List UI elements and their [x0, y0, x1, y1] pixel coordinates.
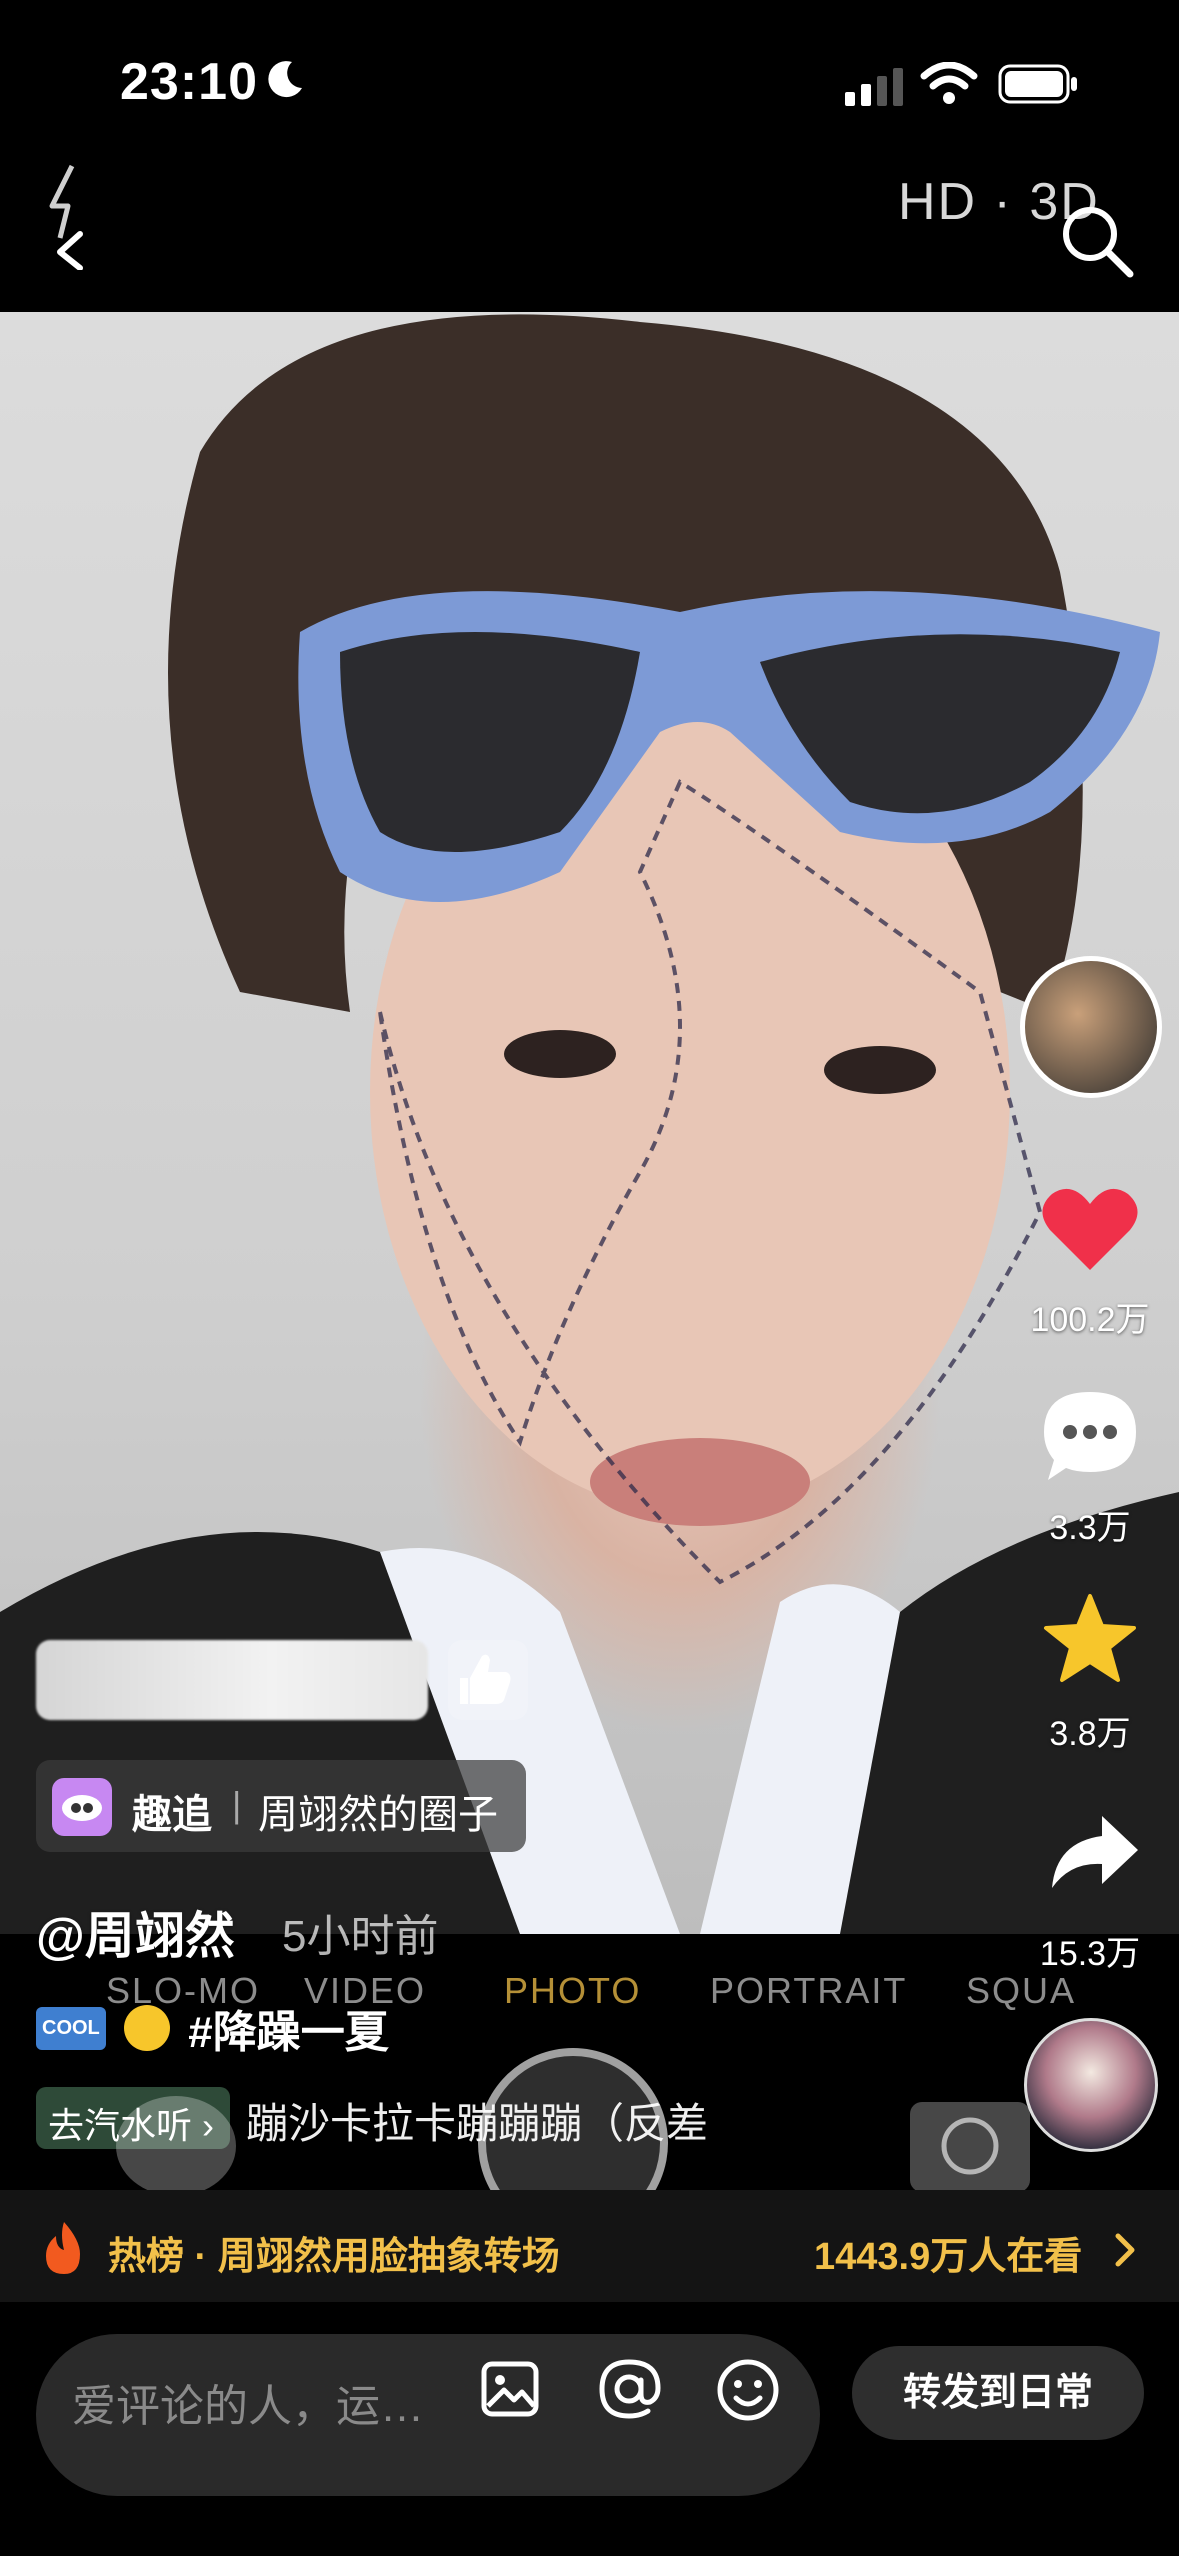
- relieved-face-icon: [124, 2005, 171, 2051]
- status-time: 23:10: [120, 53, 258, 111]
- search-icon[interactable]: [1060, 204, 1136, 280]
- author-handle[interactable]: @周翊然: [36, 1896, 235, 1968]
- share-arrow-icon[interactable]: [1046, 1812, 1142, 1892]
- circle-tag-app: 趣追: [132, 1793, 212, 1837]
- like-count: 100.2万: [1030, 1301, 1150, 1339]
- viewer-count: 1443.9万人在看: [814, 2236, 1083, 2278]
- emoji-icon[interactable]: [716, 2358, 780, 2422]
- image-icon[interactable]: [480, 2360, 540, 2418]
- blurred-comment-banner[interactable]: [36, 1640, 428, 1720]
- caption-row: COOL #降躁一夏: [36, 1996, 389, 2060]
- heart-icon[interactable]: [1040, 1184, 1140, 1274]
- favorite-star-icon[interactable]: [1042, 1592, 1138, 1684]
- share-count: 15.3万: [1039, 1935, 1141, 1973]
- creator-avatar[interactable]: [1024, 2018, 1158, 2152]
- music-disc-avatar[interactable]: [1020, 956, 1162, 1098]
- mode-portrait: PORTRAIT: [710, 1970, 908, 2011]
- thumbs-up-icon[interactable]: [448, 1640, 528, 1720]
- circle-tag-divider: |: [232, 1784, 242, 1825]
- flame-icon: [46, 2222, 80, 2274]
- mode-photo: PHOTO: [504, 1970, 642, 2011]
- quzhui-app-icon: [52, 1778, 112, 1836]
- hot-list-text[interactable]: 热榜 · 周翊然用脸抽象转场: [108, 2225, 560, 2280]
- comment-icon[interactable]: [1040, 1388, 1140, 1484]
- at-mention-icon[interactable]: [596, 2356, 662, 2422]
- chevron-right-icon[interactable]: [1114, 2232, 1138, 2268]
- comment-placeholder[interactable]: 爱评论的人，运…: [72, 2370, 424, 2434]
- favorite-count: 3.8万: [1049, 1715, 1131, 1753]
- post-time: 5小时前: [282, 1912, 439, 1961]
- ghost-flip-camera-icon: [910, 2102, 1030, 2192]
- ghost-thumbnail: [116, 2096, 236, 2196]
- back-button[interactable]: [38, 160, 98, 270]
- battery-icon: [998, 64, 1077, 104]
- circle-tag-name: 周翊然的圈子: [258, 1793, 498, 1837]
- fan-circle-tag[interactable]: 趣追 | 周翊然的圈子: [36, 1760, 526, 1852]
- comment-count: 3.3万: [1049, 1509, 1131, 1547]
- mode-square: SQUA: [966, 1970, 1077, 2011]
- cool-badge-icon: COOL: [36, 2006, 106, 2050]
- wifi-icon: [920, 62, 978, 104]
- moon-icon: [268, 61, 302, 98]
- cellular-signal-icon: [845, 68, 903, 106]
- repost-button[interactable]: 转发到日常: [852, 2346, 1144, 2440]
- hashtag-link[interactable]: #降躁一夏: [188, 2008, 388, 2057]
